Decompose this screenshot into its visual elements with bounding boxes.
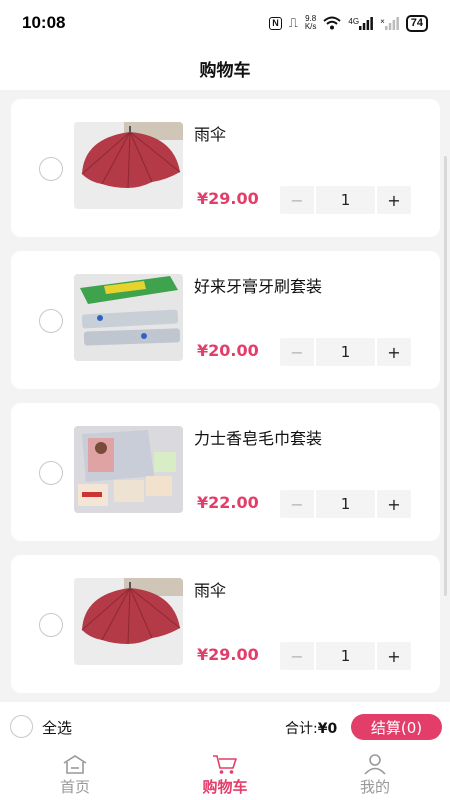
cart-item[interactable]: 力士香皂毛巾套装 ¥22.00 − 1 +	[11, 403, 440, 541]
quantity-stepper[interactable]: − 1 +	[280, 642, 411, 670]
scrollbar[interactable]	[444, 156, 447, 596]
quantity-value[interactable]: 1	[314, 338, 377, 366]
product-image-umbrella[interactable]	[74, 578, 183, 665]
quantity-value[interactable]: 1	[314, 642, 377, 670]
product-price: ¥29.00	[197, 189, 259, 208]
increase-button[interactable]: +	[377, 642, 411, 670]
product-image-toothbrush-set[interactable]	[74, 274, 183, 361]
cart-item[interactable]: 好来牙膏牙刷套装 ¥20.00 − 1 +	[11, 251, 440, 389]
increase-button[interactable]: +	[377, 186, 411, 214]
item-select-radio[interactable]	[39, 461, 63, 485]
decrease-button[interactable]: −	[280, 186, 314, 214]
status-bar: 10:08 N ⎍ 9.8 K/s 4G × 74	[0, 0, 450, 46]
nfc-icon: N	[269, 16, 282, 30]
product-image-umbrella[interactable]	[74, 122, 183, 209]
decrease-button[interactable]: −	[280, 490, 314, 518]
page-title: 购物车	[199, 60, 251, 81]
decrease-button[interactable]: −	[280, 338, 314, 366]
item-select-radio[interactable]	[39, 613, 63, 637]
quantity-value[interactable]: 1	[314, 186, 377, 214]
battery-icon: 74	[405, 14, 428, 32]
total-amount: 合计:¥0	[285, 718, 337, 738]
wifi-icon	[323, 16, 342, 30]
home-icon	[63, 755, 87, 774]
product-price: ¥20.00	[197, 341, 259, 360]
product-price: ¥29.00	[197, 645, 259, 664]
product-name[interactable]: 好来牙膏牙刷套装	[194, 273, 322, 297]
item-select-radio[interactable]	[39, 309, 63, 333]
cart-list[interactable]: 雨伞 ¥29.00 − 1 + 好来牙膏牙刷套装 ¥20.00 − 1 + 力士…	[0, 90, 450, 702]
product-name[interactable]: 力士香皂毛巾套装	[194, 425, 322, 449]
status-icons: N ⎍ 9.8 K/s 4G × 74	[269, 14, 428, 32]
quantity-stepper[interactable]: − 1 +	[280, 186, 411, 214]
checkout-bar: 全选 合计:¥0 结算(0)	[0, 702, 450, 750]
signal2-icon: ×	[380, 16, 399, 30]
cart-item[interactable]: 雨伞 ¥29.00 − 1 +	[11, 99, 440, 237]
checkout-button[interactable]: 结算(0)	[351, 714, 442, 740]
user-icon	[364, 754, 386, 775]
tab-cart[interactable]: 购物车	[150, 750, 300, 800]
item-select-radio[interactable]	[39, 157, 63, 181]
increase-button[interactable]: +	[377, 490, 411, 518]
cart-icon	[213, 755, 237, 774]
quantity-value[interactable]: 1	[314, 490, 377, 518]
vibrate-icon: ⎍	[288, 15, 298, 30]
signal-icon: 4G	[348, 16, 373, 30]
quantity-stepper[interactable]: − 1 +	[280, 490, 411, 518]
tab-mine[interactable]: 我的	[300, 750, 450, 800]
tab-label: 我的	[359, 778, 390, 796]
product-name[interactable]: 雨伞	[194, 121, 226, 145]
decrease-button[interactable]: −	[280, 642, 314, 670]
product-image-soap-towel-set[interactable]	[74, 426, 183, 513]
header: 购物车	[0, 46, 450, 90]
increase-button[interactable]: +	[377, 338, 411, 366]
bottom-tab-bar: 首页 购物车 我的	[0, 750, 450, 800]
tab-label: 购物车	[202, 778, 248, 796]
total-label: 合计:	[285, 721, 318, 737]
total-value: ¥0	[317, 721, 338, 737]
quantity-stepper[interactable]: − 1 +	[280, 338, 411, 366]
signal-label: 4G	[348, 16, 360, 26]
tab-label: 首页	[59, 778, 90, 796]
status-time: 10:08	[22, 13, 66, 32]
select-all-label[interactable]: 全选	[42, 717, 72, 738]
cart-item[interactable]: 雨伞 ¥29.00 − 1 +	[11, 555, 440, 693]
tab-home[interactable]: 首页	[0, 750, 150, 800]
product-name[interactable]: 雨伞	[194, 577, 226, 601]
product-price: ¥22.00	[197, 493, 259, 512]
net-speed-unit: K/s	[304, 22, 317, 31]
select-all-radio[interactable]	[10, 715, 33, 738]
net-speed: 9.8 K/s	[305, 15, 317, 31]
